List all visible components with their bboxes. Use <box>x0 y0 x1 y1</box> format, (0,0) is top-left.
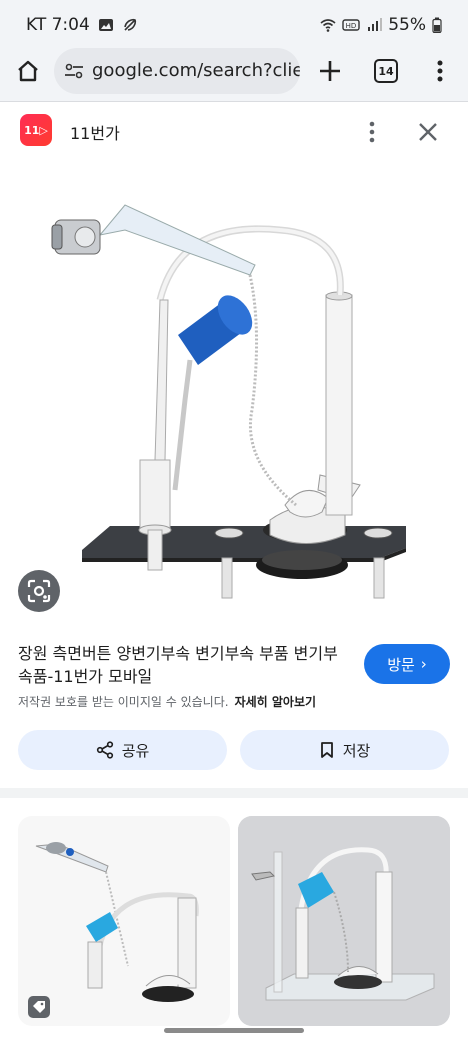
save-button[interactable]: 저장 <box>240 730 449 770</box>
copyright-text: 저작권 보호를 받는 이미지일 수 있습니다. <box>18 695 229 709</box>
battery-icon <box>432 17 442 33</box>
tab-count: 14 <box>378 64 394 78</box>
more-options-icon[interactable] <box>362 118 382 146</box>
svg-text:HD: HD <box>346 22 357 30</box>
image-icon <box>98 19 113 31</box>
share-label: 공유 <box>121 741 150 760</box>
address-bar[interactable]: google.com/search?client <box>54 48 300 94</box>
signal-icon <box>368 18 383 31</box>
tag-icon <box>33 1001 45 1013</box>
visit-label: 방문 <box>387 655 415 674</box>
tabs-button[interactable]: 14 <box>374 59 398 83</box>
product-image[interactable] <box>0 160 468 620</box>
visit-button[interactable]: 방문 › <box>364 644 450 684</box>
result-header: 11 ▷ 11번가 <box>0 102 468 160</box>
related-image-2[interactable] <box>238 816 450 1026</box>
related-image-1[interactable] <box>18 816 230 1026</box>
site-logo[interactable]: 11 ▷ <box>20 114 52 146</box>
close-icon[interactable] <box>416 120 440 144</box>
status-left: KT 7:04 <box>26 15 138 35</box>
feather-icon <box>124 18 136 31</box>
home-icon[interactable] <box>14 57 42 85</box>
copyright-notice: 저작권 보호를 받는 이미지일 수 있습니다. 자세히 알아보기 <box>18 693 316 710</box>
result-title[interactable]: 장원 측면버튼 양변기부속 변기부속 부품 변기부속품-11번가 모바일 <box>18 642 348 688</box>
save-label: 저장 <box>342 741 371 760</box>
wifi-icon <box>320 19 336 32</box>
menu-icon[interactable] <box>430 57 450 85</box>
hd-icon: HD <box>342 19 360 31</box>
price-tag-badge <box>28 996 50 1018</box>
lens-icon <box>27 579 51 603</box>
site-name[interactable]: 11번가 <box>70 120 120 144</box>
learn-more-link[interactable]: 자세히 알아보기 <box>235 695 316 709</box>
tune-icon[interactable] <box>64 62 84 80</box>
bookmark-icon <box>320 742 333 758</box>
related-image-1-graphic <box>35 842 199 1002</box>
lens-search-button[interactable] <box>18 570 60 612</box>
share-icon <box>96 741 113 759</box>
section-divider <box>0 788 468 798</box>
url-text: google.com/search?client <box>92 60 300 81</box>
share-button[interactable]: 공유 <box>18 730 227 770</box>
home-indicator[interactable] <box>164 1028 304 1033</box>
carrier-time: KT 7:04 <box>26 15 90 35</box>
status-right: HD 55% <box>320 15 442 35</box>
related-image-2-graphic <box>238 816 450 1026</box>
site-logo-text: 11 <box>24 123 40 137</box>
plus-icon[interactable] <box>316 57 344 85</box>
chevron-right-icon: › <box>420 655 427 673</box>
battery-percent: 55% <box>388 15 426 35</box>
browser-toolbar: google.com/search?client 14 <box>0 44 468 102</box>
